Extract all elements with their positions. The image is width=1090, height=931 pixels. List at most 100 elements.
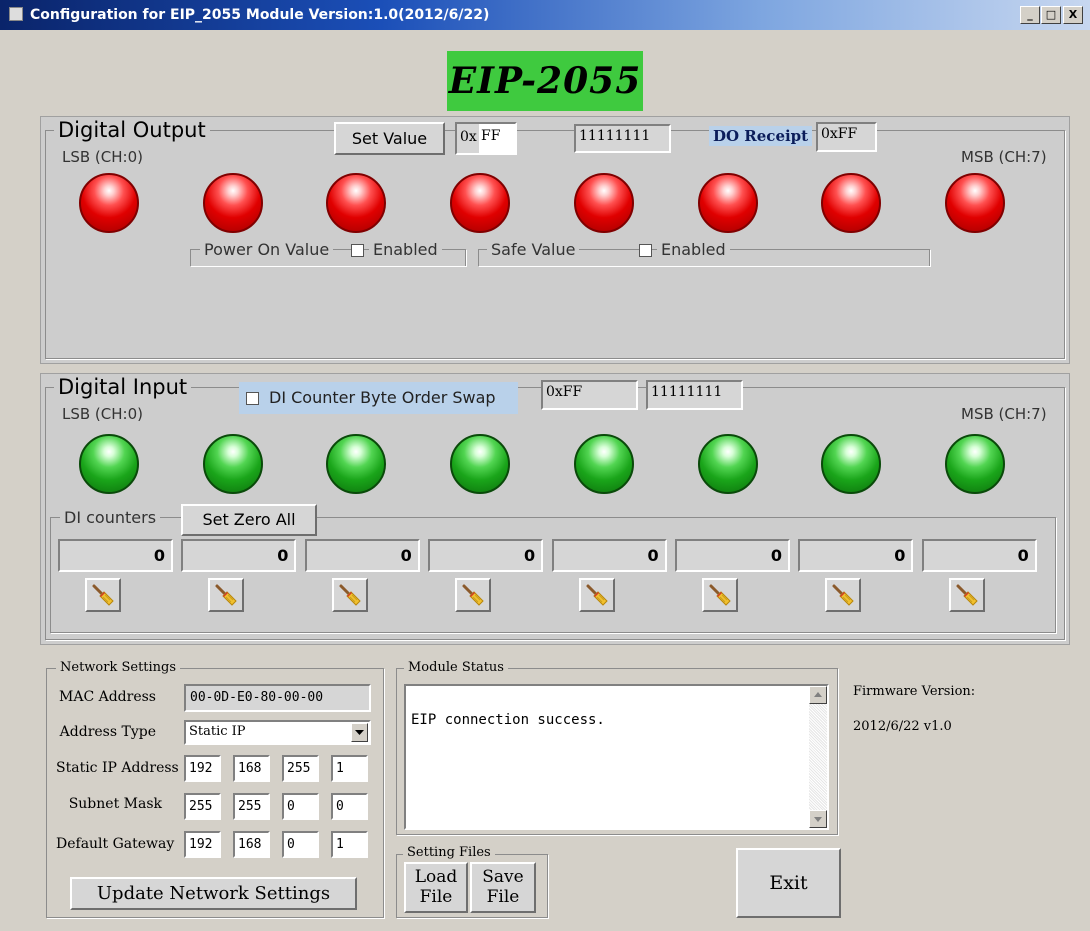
safe-enabled-checkbox[interactable] (639, 244, 652, 257)
clear-counter-5-button[interactable] (702, 578, 738, 612)
di-led-ch5 (697, 434, 758, 494)
scrollbar[interactable] (809, 686, 827, 828)
broom-icon (832, 584, 855, 606)
clear-counter-4-button[interactable] (578, 578, 615, 612)
di-counter-5: 0 (675, 539, 790, 572)
digital-input-panel: Digital Input DI Counter Byte Order Swap… (40, 373, 1070, 645)
di-swap-area[interactable]: DI Counter Byte Order Swap (239, 382, 518, 414)
do-led-ch5[interactable] (697, 173, 758, 233)
gateway-octet-2[interactable]: 0 (282, 831, 319, 858)
power-on-enabled-checkbox[interactable] (351, 244, 364, 257)
scroll-up-icon[interactable] (809, 686, 827, 704)
clear-counter-0-button[interactable] (85, 578, 121, 612)
minimize-button[interactable]: _ (1020, 6, 1040, 24)
safe-enabled-label: Enabled (657, 240, 730, 259)
broom-icon (215, 584, 238, 606)
di-counter-7: 0 (921, 539, 1037, 572)
di-lsb-label: LSB (CH:0) (62, 405, 143, 423)
subnet-octet-0[interactable]: 255 (184, 793, 221, 820)
di-counters-label: DI counters (60, 508, 161, 527)
load-file-line1: Load (414, 867, 458, 887)
safe-value-label: Safe Value (487, 240, 580, 259)
di-swap-checkbox[interactable] (246, 392, 259, 405)
static_ip-octet-0[interactable]: 192 (184, 755, 221, 782)
di-binary-field: 11111111 (646, 380, 743, 410)
module-status-textarea[interactable]: EIP connection success. (404, 684, 829, 830)
module-banner: EIP-2055 (447, 51, 643, 111)
network-settings-title: Network Settings (56, 660, 181, 675)
address-type-select[interactable]: Static IP (184, 720, 371, 745)
di-counter-6: 0 (798, 539, 914, 572)
do-led-ch4[interactable] (573, 173, 634, 233)
subnet-octet-3[interactable]: 0 (331, 793, 368, 820)
power-on-enabled-label: Enabled (369, 240, 442, 259)
static_ip-octet-1[interactable]: 168 (233, 755, 270, 782)
firmware-version-label: Firmware Version: (853, 684, 976, 699)
di-led-ch6 (821, 434, 882, 494)
di-counter-3: 0 (428, 539, 544, 572)
clear-counter-6-button[interactable] (825, 578, 862, 612)
gateway-octet-1[interactable]: 168 (233, 831, 270, 858)
di-led-ch7 (944, 434, 1005, 494)
do-binary-field: 11111111 (574, 124, 671, 153)
scroll-down-icon[interactable] (809, 810, 827, 828)
setting-files-title: Setting Files (403, 845, 495, 860)
do-receipt-label: DO Receipt (709, 126, 813, 146)
do-receipt-field: 0xFF (816, 122, 877, 152)
save-file-button[interactable]: Save File (470, 862, 536, 913)
di-counter-1: 0 (181, 539, 297, 572)
broom-icon (339, 584, 361, 606)
broom-icon (462, 584, 484, 606)
load-file-line2: File (419, 887, 453, 907)
exit-button[interactable]: Exit (736, 848, 841, 918)
maximize-button[interactable]: □ (1041, 6, 1061, 24)
subnet-octet-2[interactable]: 0 (282, 793, 319, 820)
do-hex-prefix: 0x (460, 129, 477, 145)
do-hex-field: 0x FF (455, 122, 517, 155)
load-file-button[interactable]: Load File (404, 862, 468, 913)
save-file-line1: Save (482, 867, 524, 887)
static_ip-octet-3[interactable]: 1 (331, 755, 368, 782)
clear-counter-3-button[interactable] (455, 578, 492, 612)
di-led-ch2 (326, 434, 387, 494)
static_ip-octet-2[interactable]: 255 (282, 755, 319, 782)
save-file-line2: File (486, 887, 520, 907)
set-zero-all-button[interactable]: Set Zero All (181, 504, 317, 536)
digital-output-panel: Digital Output Set Value 0x FF 11111111 … (40, 116, 1070, 364)
module-status-text: EIP connection success. (411, 712, 605, 728)
do-led-ch2[interactable] (326, 173, 387, 233)
clear-counter-1-button[interactable] (208, 578, 245, 612)
do-lsb-label: LSB (CH:0) (62, 148, 143, 166)
title-bar: Configuration for EIP_2055 Module Versio… (0, 0, 1090, 30)
do-hex-input[interactable]: FF (479, 124, 515, 153)
broom-icon (956, 584, 978, 606)
gateway-octet-0[interactable]: 192 (184, 831, 221, 858)
module-status-title: Module Status (404, 660, 508, 675)
address-type-value: Static IP (189, 724, 246, 739)
gateway-octet-3[interactable]: 1 (331, 831, 368, 858)
do-led-ch3[interactable] (450, 173, 511, 233)
broom-icon (92, 584, 114, 606)
di-led-ch3 (450, 434, 511, 494)
firmware-version-value: 2012/6/22 v1.0 (853, 719, 952, 734)
do-led-ch7[interactable] (944, 173, 1005, 233)
do-led-ch0[interactable] (79, 173, 139, 233)
di-swap-label: DI Counter Byte Order Swap (269, 388, 496, 407)
set-value-button[interactable]: Set Value (334, 122, 445, 155)
broom-icon (709, 584, 731, 606)
update-network-settings-button[interactable]: Update Network Settings (70, 877, 357, 910)
subnet-octet-1[interactable]: 255 (233, 793, 270, 820)
chevron-down-icon[interactable] (351, 723, 368, 742)
digital-output-title: Digital Output (54, 118, 210, 142)
di-led-ch4 (573, 434, 634, 494)
static-ip-label: Static IP Address (56, 760, 179, 776)
app-icon[interactable] (9, 7, 23, 21)
close-button[interactable]: X (1063, 6, 1083, 24)
do-led-ch6[interactable] (821, 173, 882, 233)
mac-address-field: 00-0D-E0-80-00-00 (184, 684, 371, 712)
subnet-mask-label: Subnet Mask (68, 796, 162, 812)
clear-counter-7-button[interactable] (948, 578, 985, 612)
clear-counter-2-button[interactable] (331, 578, 368, 612)
do-led-ch1[interactable] (202, 173, 263, 233)
digital-input-title: Digital Input (54, 375, 192, 399)
